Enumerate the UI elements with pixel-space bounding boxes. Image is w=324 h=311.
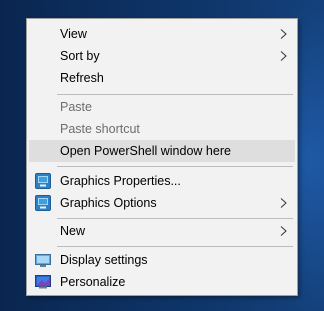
menu-item-label: View xyxy=(60,27,87,41)
menu-item-label: Refresh xyxy=(60,71,104,85)
menu-separator xyxy=(57,94,293,95)
menu-item-open-powershell[interactable]: Open PowerShell window here xyxy=(29,140,295,162)
menu-item-paste-shortcut: Paste shortcut xyxy=(29,118,295,140)
desktop-context-menu: View Sort by Refresh Paste Paste shortcu… xyxy=(26,18,298,296)
intel-graphics-icon xyxy=(35,195,51,211)
menu-item-new[interactable]: New xyxy=(29,220,295,242)
menu-item-label: Graphics Properties... xyxy=(60,174,181,188)
menu-item-label: Sort by xyxy=(60,49,100,63)
menu-separator xyxy=(57,218,293,219)
chevron-right-icon xyxy=(280,29,287,39)
menu-item-label: Display settings xyxy=(60,253,148,267)
menu-item-personalize[interactable]: Personalize xyxy=(29,271,295,293)
intel-graphics-icon xyxy=(35,173,51,189)
menu-item-display-settings[interactable]: Display settings xyxy=(29,249,295,271)
display-icon xyxy=(35,254,51,267)
menu-item-label: Graphics Options xyxy=(60,196,157,210)
menu-item-label: Paste xyxy=(60,100,92,114)
menu-item-label: Open PowerShell window here xyxy=(60,144,231,158)
menu-item-paste: Paste xyxy=(29,96,295,118)
menu-item-label: New xyxy=(60,224,86,238)
chevron-right-icon xyxy=(280,51,287,61)
menu-item-label: Paste shortcut xyxy=(60,122,140,136)
menu-item-sort-by[interactable]: Sort by xyxy=(29,45,295,67)
menu-separator xyxy=(57,246,293,247)
menu-item-label: Personalize xyxy=(60,275,126,289)
personalize-icon xyxy=(35,275,51,289)
menu-item-refresh[interactable]: Refresh xyxy=(29,67,295,89)
chevron-right-icon xyxy=(280,198,287,208)
menu-separator xyxy=(57,166,293,167)
menu-item-graphics-options[interactable]: Graphics Options xyxy=(29,192,295,214)
menu-item-view[interactable]: View xyxy=(29,23,295,45)
menu-item-graphics-properties[interactable]: Graphics Properties... xyxy=(29,170,295,192)
chevron-right-icon xyxy=(280,226,287,236)
